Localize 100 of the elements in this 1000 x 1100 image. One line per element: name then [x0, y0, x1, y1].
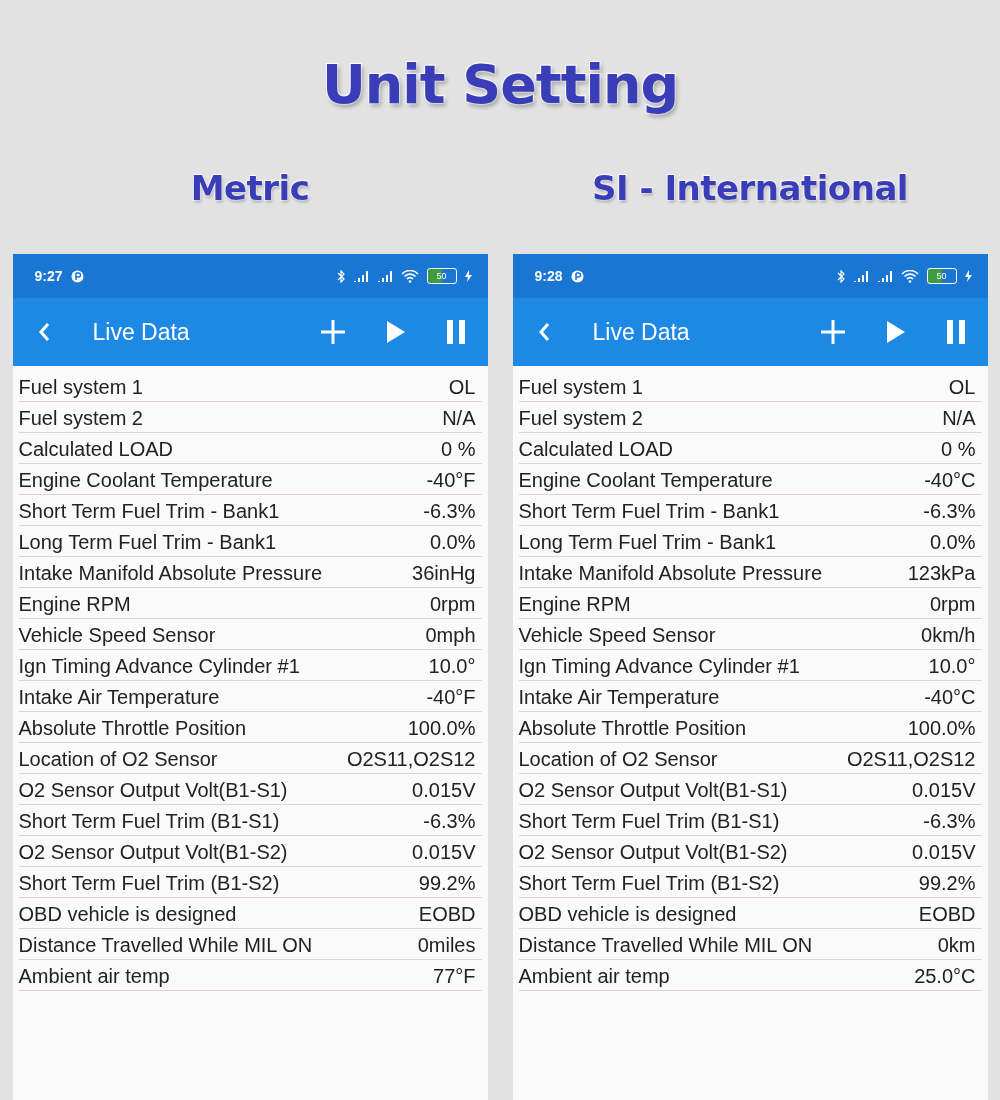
data-value: OL: [948, 376, 977, 399]
data-label: O2 Sensor Output Volt(B1-S1): [18, 779, 288, 802]
data-label: Short Term Fuel Trim (B1-S2): [18, 872, 280, 895]
signal-icon: [876, 270, 893, 282]
data-value: 99.2%: [418, 872, 477, 895]
charging-icon: [964, 270, 972, 282]
data-value: N/A: [442, 407, 477, 430]
data-label: Engine Coolant Temperature: [18, 469, 273, 492]
data-value: -6.3%: [423, 500, 477, 523]
data-value: 0miles: [417, 934, 477, 957]
panel-heading: SI - International: [591, 168, 909, 208]
data-label: Short Term Fuel Trim - Bank1: [18, 500, 280, 523]
data-value: -40°F: [426, 469, 477, 492]
data-label: Intake Air Temperature: [518, 686, 720, 709]
data-label: Ambient air temp: [518, 965, 670, 988]
data-label: O2 Sensor Output Volt(B1-S2): [518, 841, 788, 864]
data-value: 123kPa: [907, 562, 977, 585]
data-value: OL: [448, 376, 477, 399]
data-label: Short Term Fuel Trim (B1-S2): [518, 872, 780, 895]
back-button[interactable]: [536, 321, 551, 343]
data-label: Location of O2 Sensor: [518, 748, 718, 771]
data-label: Short Term Fuel Trim - Bank1: [518, 500, 780, 523]
data-value: -6.3%: [923, 810, 977, 833]
data-value: 10.0°: [428, 655, 477, 678]
wifi-icon: [400, 269, 419, 283]
data-value: EOBD: [418, 903, 477, 926]
data-value: -40°C: [924, 469, 977, 492]
data-value: N/A: [942, 407, 977, 430]
data-label: Vehicle Speed Sensor: [518, 624, 716, 647]
data-value: O2S11,O2S12: [346, 748, 477, 771]
data-value: -40°F: [426, 686, 477, 709]
data-label: Intake Manifold Absolute Pressure: [18, 562, 322, 585]
page-title: Unit Setting: [321, 52, 679, 118]
data-value: 0.0%: [429, 531, 477, 554]
data-label: Fuel system 1: [18, 376, 143, 399]
data-label: Intake Air Temperature: [18, 686, 220, 709]
status-time: 9:28: [534, 268, 563, 284]
data-label: Ign Timing Advance Cylinder #1: [518, 655, 800, 678]
data-label: Location of O2 Sensor: [18, 748, 218, 771]
play-button[interactable]: [885, 320, 906, 344]
data-value: 0.015V: [912, 779, 977, 802]
data-label: Engine RPM: [18, 593, 131, 616]
data-value: 10.0°: [928, 655, 977, 678]
data-label: OBD vehicle is designed: [18, 903, 237, 926]
data-value: 36inHg: [412, 562, 477, 585]
data-value: 0mph: [425, 624, 477, 647]
data-value: 0km/h: [921, 624, 977, 647]
data-value: -6.3%: [923, 500, 977, 523]
data-label: O2 Sensor Output Volt(B1-S1): [518, 779, 788, 802]
charging-icon: [464, 270, 472, 282]
play-button[interactable]: [385, 320, 406, 344]
data-label: Engine RPM: [518, 593, 631, 616]
add-button[interactable]: [819, 319, 846, 345]
data-value: 77°F: [433, 965, 477, 988]
data-label: Short Term Fuel Trim (B1-S1): [18, 810, 280, 833]
signal-icon: [352, 270, 369, 282]
pause-button[interactable]: [945, 320, 966, 344]
data-value: 100.0%: [907, 717, 977, 740]
data-value: 0rpm: [429, 593, 477, 616]
data-value: 0 %: [441, 438, 477, 461]
notification-icon: [70, 269, 84, 283]
data-value: 25.0°C: [914, 965, 977, 988]
data-value: 0km: [937, 934, 977, 957]
data-label: O2 Sensor Output Volt(B1-S2): [18, 841, 288, 864]
data-label: OBD vehicle is designed: [518, 903, 737, 926]
notification-icon: [570, 269, 584, 283]
data-value: 99.2%: [918, 872, 977, 895]
data-label: Intake Manifold Absolute Pressure: [518, 562, 822, 585]
data-label: Fuel system 2: [18, 407, 143, 430]
data-label: Fuel system 1: [518, 376, 643, 399]
data-value: 0rpm: [929, 593, 977, 616]
data-label: Calculated LOAD: [518, 438, 674, 461]
data-label: Distance Travelled While MIL ON: [518, 934, 813, 957]
data-value: 100.0%: [407, 717, 477, 740]
data-value: 0.015V: [412, 841, 477, 864]
data-label: Distance Travelled While MIL ON: [18, 934, 313, 957]
data-label: Calculated LOAD: [18, 438, 174, 461]
data-label: Absolute Throttle Position: [18, 717, 247, 740]
back-button[interactable]: [36, 321, 51, 343]
wifi-icon: [900, 269, 919, 283]
bluetooth-icon: [836, 269, 845, 283]
toolbar-title: Live Data: [92, 318, 190, 346]
add-button[interactable]: [319, 319, 346, 345]
status-time: 9:27: [34, 268, 63, 284]
data-label: Vehicle Speed Sensor: [18, 624, 216, 647]
pause-button[interactable]: [445, 320, 466, 344]
data-value: -40°C: [924, 686, 977, 709]
data-value: 0.0%: [929, 531, 977, 554]
data-value: O2S11,O2S12: [846, 748, 977, 771]
data-value: -6.3%: [423, 810, 477, 833]
data-label: Absolute Throttle Position: [518, 717, 747, 740]
data-value: EOBD: [918, 903, 977, 926]
data-label: Long Term Fuel Trim - Bank1: [18, 531, 276, 554]
data-label: Short Term Fuel Trim (B1-S1): [518, 810, 780, 833]
data-label: Fuel system 2: [518, 407, 643, 430]
data-label: Long Term Fuel Trim - Bank1: [518, 531, 776, 554]
bluetooth-icon: [336, 269, 345, 283]
data-value: 0.015V: [412, 779, 477, 802]
data-label: Ign Timing Advance Cylinder #1: [18, 655, 300, 678]
data-value: 0.015V: [912, 841, 977, 864]
